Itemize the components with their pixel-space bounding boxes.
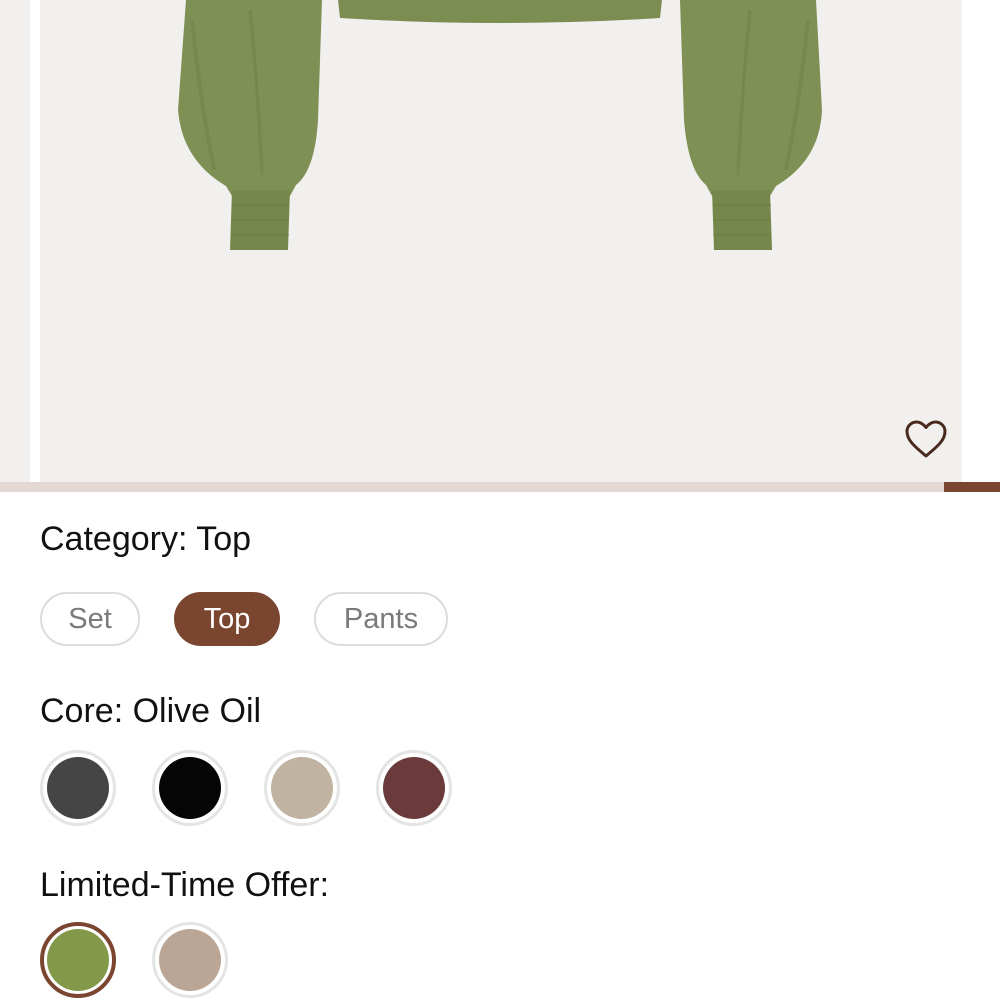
core-color-swatch-1[interactable] xyxy=(40,750,116,826)
limited-offer-swatch-2[interactable] xyxy=(152,922,228,998)
core-color-label: Core: Olive Oil xyxy=(40,692,262,730)
core-color-swatch-color xyxy=(271,757,333,819)
limited-offer-swatches xyxy=(40,922,228,998)
product-image xyxy=(178,0,822,250)
category-label: Category: Top xyxy=(40,520,252,558)
core-color-swatch-color xyxy=(47,757,109,819)
core-color-swatch-color xyxy=(159,757,221,819)
category-chip-set[interactable]: Set xyxy=(40,592,140,646)
limited-offer-label: Limited-Time Offer: xyxy=(40,866,330,904)
category-chip-pants[interactable]: Pants xyxy=(314,592,448,646)
heart-icon xyxy=(905,420,947,458)
core-color-swatch-4[interactable] xyxy=(376,750,452,826)
core-color-swatch-2[interactable] xyxy=(152,750,228,826)
category-chip-top[interactable]: Top xyxy=(174,592,280,646)
core-color-swatch-3[interactable] xyxy=(264,750,340,826)
limited-offer-swatch-1[interactable] xyxy=(40,922,116,998)
core-color-swatches xyxy=(40,750,452,826)
favorite-button[interactable] xyxy=(902,415,950,463)
limited-offer-swatch-color xyxy=(159,929,221,991)
core-color-swatch-color xyxy=(383,757,445,819)
gallery-progress-indicator xyxy=(944,482,1000,492)
limited-offer-swatch-color xyxy=(47,929,109,991)
category-options: Set Top Pants xyxy=(40,592,448,646)
gallery-progress-track xyxy=(0,482,1000,492)
product-image-gallery[interactable] xyxy=(0,0,1000,482)
